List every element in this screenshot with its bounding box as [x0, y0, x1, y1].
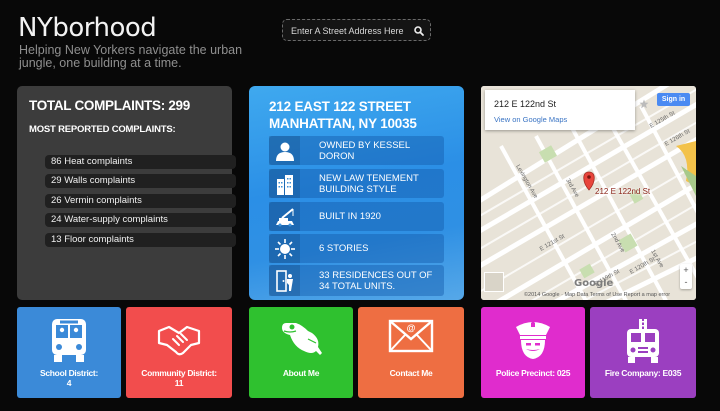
brand-logo[interactable]: NYborhood — [18, 13, 157, 43]
most-reported-heading: MOST REPORTED COMPLAINTS: — [29, 124, 176, 135]
tagline: Helping New Yorkers navigate the urban j… — [19, 43, 243, 70]
building-icon — [269, 169, 300, 198]
tile-about-me-label: About Me — [282, 368, 320, 378]
stories-row: 6 STORIES — [269, 234, 444, 263]
map-place-title: 212 E 122nd St — [494, 99, 557, 109]
map-embed[interactable]: Lexington Ave 3rd Ave 2nd Ave 1st Ave E … — [481, 86, 696, 300]
star-icon[interactable] — [639, 96, 649, 114]
tile-about-me[interactable]: About Me — [249, 307, 353, 398]
floors-icon — [269, 234, 300, 263]
tile-community-district[interactable]: Community District: 11 — [126, 307, 232, 398]
tile-police-precinct-label: Police Precinct: 025 — [495, 368, 571, 378]
zoom-in-button[interactable]: + — [680, 264, 692, 276]
map-satellite-toggle[interactable] — [484, 272, 504, 292]
tile-contact-me-label: Contact Me — [389, 368, 433, 378]
building-info-panel: 212 EAST 122 STREET MANHATTAN, NY 10035 … — [249, 86, 464, 300]
style-text: NEW LAW TENEMENT BUILDING STYLE — [319, 172, 419, 195]
tile-school-district-label: School District: 4 — [39, 368, 98, 388]
list-item: 29 Walls complaints — [45, 174, 236, 189]
frog-icon — [249, 317, 353, 361]
tile-community-district-label: Community District: 11 — [141, 368, 217, 388]
tile-fire-company-label: Fire Company: E035 — [604, 368, 682, 378]
map-zoom-control: + - — [680, 264, 692, 289]
map-sign-in-button[interactable]: Sign in — [657, 93, 690, 106]
view-on-google-maps-link[interactable]: View on Google Maps — [494, 115, 567, 124]
built-row: BUILT IN 1920 — [269, 202, 444, 231]
tile-fire-company[interactable]: Fire Company: E035 — [590, 307, 696, 398]
person-icon — [269, 136, 300, 165]
tile-police-precinct[interactable]: Police Precinct: 025 — [481, 307, 585, 398]
address-search-input[interactable] — [291, 23, 409, 38]
map-attribution[interactable]: ©2014 Google · Map Data Terms of Use Rep… — [524, 292, 670, 298]
address-line-2: MANHATTAN, NY 10035 — [269, 116, 417, 131]
map-place-card: 212 E 122nd St View on Google Maps — [485, 90, 635, 130]
stories-text: 6 STORIES — [319, 243, 369, 254]
svg-text:@: @ — [407, 323, 416, 333]
residences-row: 33 RESIDENCES OUT OF 34 TOTAL UNITS. — [269, 265, 444, 296]
tile-school-district[interactable]: School District: 4 — [17, 307, 121, 398]
style-row: NEW LAW TENEMENT BUILDING STYLE — [269, 169, 444, 198]
complaints-panel: TOTAL COMPLAINTS: 299 MOST REPORTED COMP… — [17, 86, 236, 300]
zoom-out-button[interactable]: - — [680, 276, 692, 288]
search-icon[interactable] — [413, 24, 425, 36]
list-item: 86 Heat complaints — [45, 155, 236, 169]
map-marker-label: 212 E 122nd St — [595, 187, 651, 196]
total-complaints: TOTAL COMPLAINTS: 299 — [29, 98, 190, 113]
list-item: 26 Vermin complaints — [45, 193, 236, 208]
residences-text: 33 RESIDENCES OUT OF 34 TOTAL UNITS. — [319, 269, 433, 292]
crane-icon — [269, 202, 300, 231]
fire-truck-icon — [590, 317, 696, 365]
police-officer-icon — [481, 317, 585, 365]
list-item: 13 Floor complaints — [45, 232, 236, 247]
complaints-list: 86 Heat complaints 29 Walls complaints 2… — [45, 155, 236, 252]
address-line-1: 212 EAST 122 STREET — [269, 99, 411, 114]
school-bus-icon — [17, 317, 121, 363]
tile-contact-me[interactable]: @ Contact Me — [358, 307, 464, 398]
address-search — [282, 19, 431, 41]
list-item: 24 Water-supply complaints — [45, 213, 236, 228]
owner-text: OWNED BY KESSEL DORON — [319, 139, 410, 162]
building-address: 212 EAST 122 STREET MANHATTAN, NY 10035 — [269, 98, 417, 132]
envelope-icon: @ — [358, 317, 464, 353]
door-icon — [269, 265, 300, 296]
built-text: BUILT IN 1920 — [319, 211, 381, 222]
google-logo: Google — [574, 278, 614, 289]
handshake-icon — [126, 317, 232, 357]
owner-row: OWNED BY KESSEL DORON — [269, 136, 444, 165]
